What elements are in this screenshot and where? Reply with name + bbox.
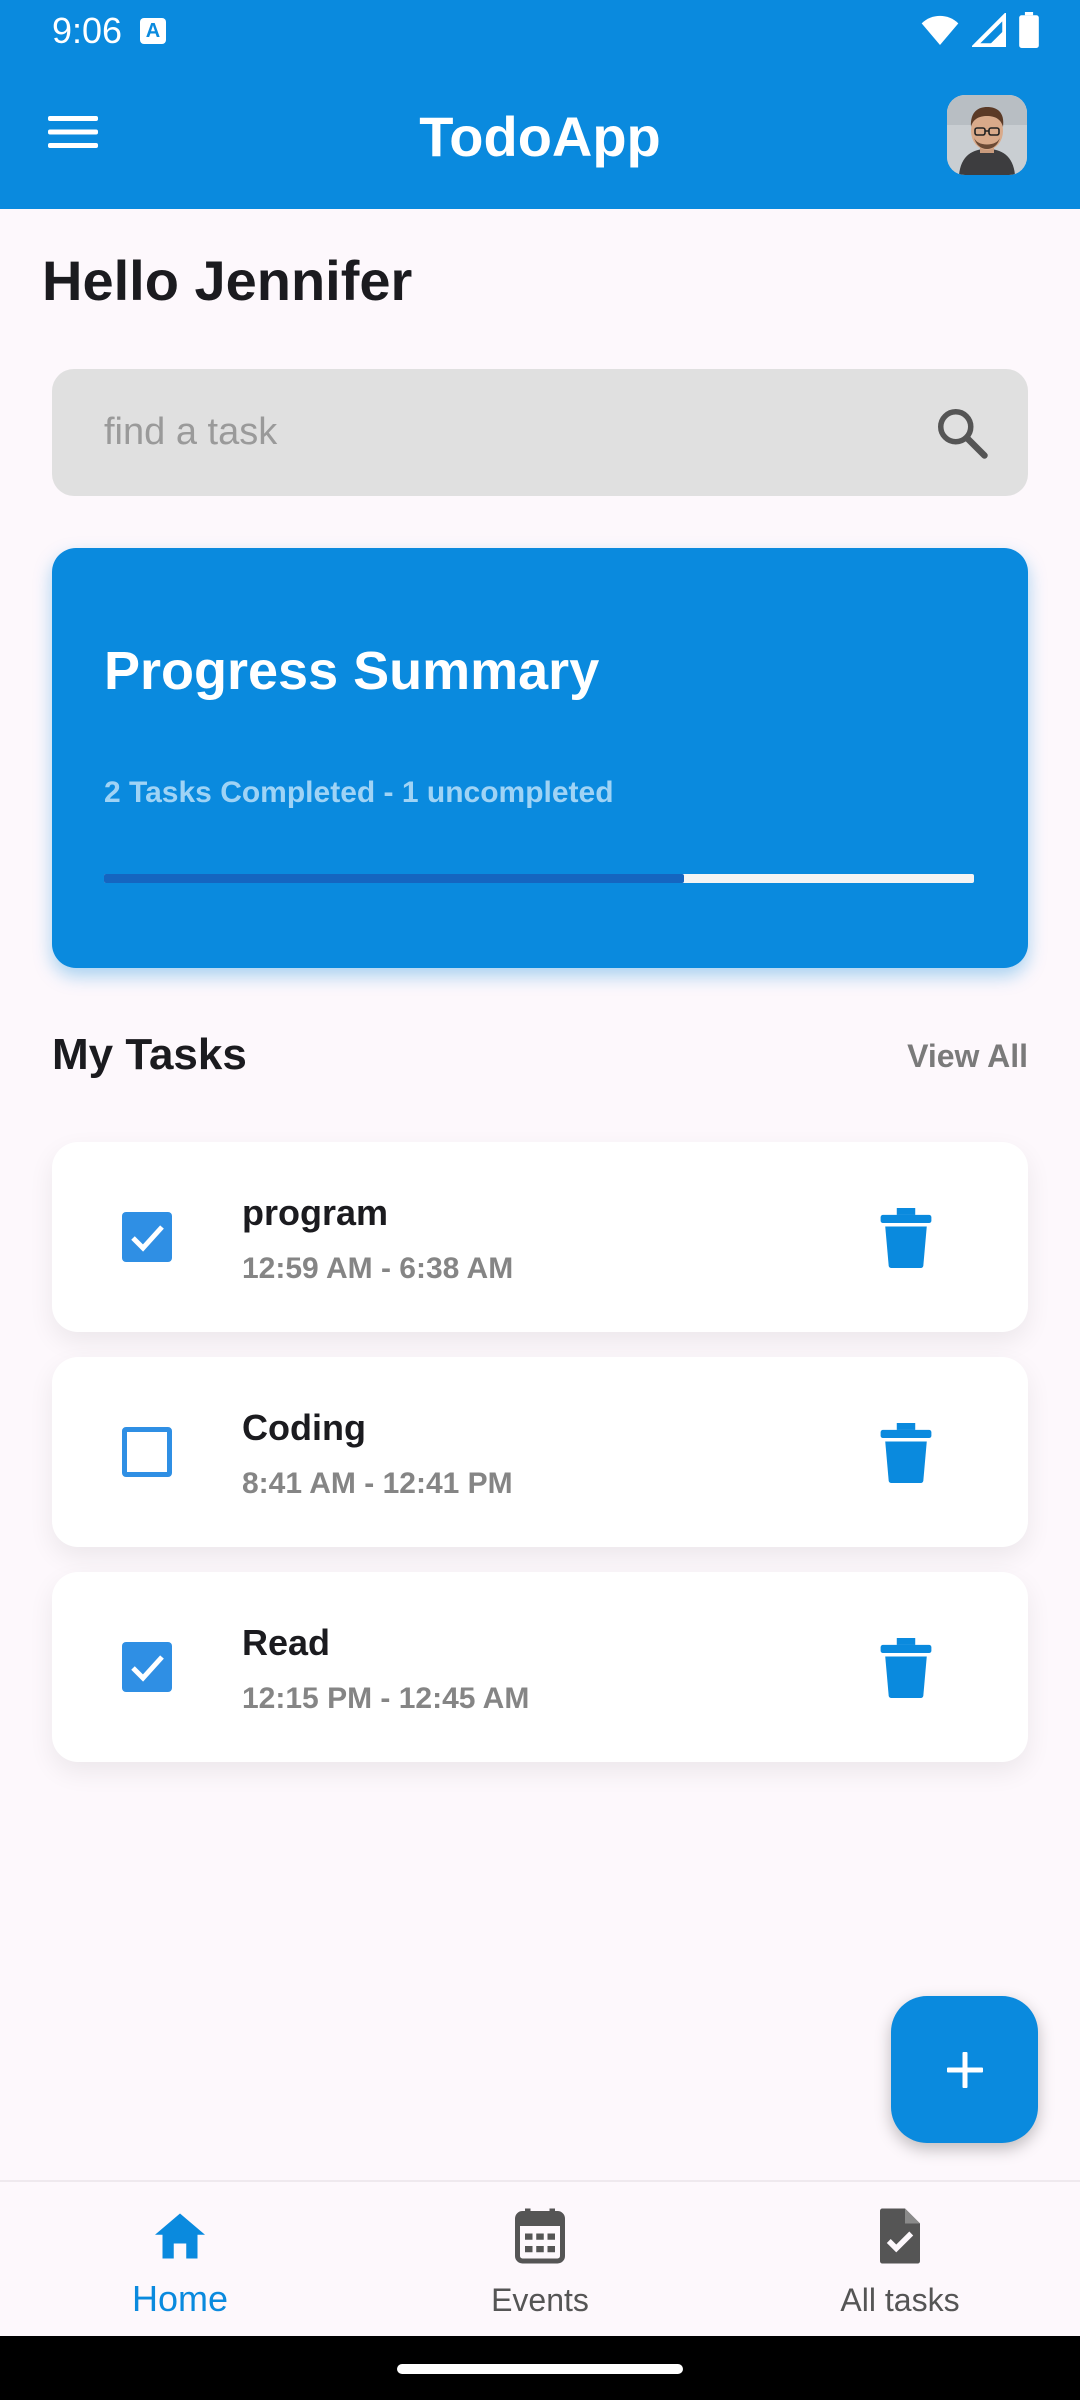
progress-bar-fill xyxy=(104,874,685,883)
task-checkbox[interactable] xyxy=(122,1427,172,1477)
check-icon xyxy=(131,1655,164,1682)
nav-label-all-tasks: All tasks xyxy=(840,2282,960,2318)
plus-icon xyxy=(946,2051,983,2088)
my-tasks-heading: My Tasks xyxy=(52,1030,247,1079)
greeting-heading: Hello Jennifer xyxy=(42,249,413,312)
task-name: program xyxy=(242,1192,389,1233)
delete-icon[interactable] xyxy=(878,1423,934,1483)
status-icons xyxy=(920,12,1040,48)
task-checkbox[interactable] xyxy=(122,1642,172,1692)
task-card[interactable]: Read 12:15 PM - 12:45 AM xyxy=(52,1572,1028,1762)
nav-item-home[interactable]: Home xyxy=(0,2182,360,2338)
search-icon[interactable] xyxy=(932,403,992,463)
progress-summary-card: Progress Summary 2 Tasks Completed - 1 u… xyxy=(52,548,1028,968)
view-all-link[interactable]: View All xyxy=(907,1038,1028,1075)
wifi-icon xyxy=(921,15,959,46)
task-time: 12:59 AM - 6:38 AM xyxy=(242,1252,514,1285)
signal-icon xyxy=(972,13,1006,47)
top-app-bar: 9:06 A TodoApp xyxy=(0,0,1080,209)
task-time: 8:41 AM - 12:41 PM xyxy=(242,1467,513,1500)
search-bar xyxy=(52,369,1028,496)
task-card[interactable]: Coding 8:41 AM - 12:41 PM xyxy=(52,1357,1028,1547)
search-input[interactable] xyxy=(104,369,924,496)
nav-item-all-tasks[interactable]: All tasks xyxy=(720,2182,1080,2338)
gesture-handle[interactable] xyxy=(397,2364,683,2374)
notification-icon: A xyxy=(140,18,166,44)
task-name: Coding xyxy=(242,1407,366,1448)
user-avatar-icon xyxy=(947,95,1027,175)
home-icon xyxy=(155,2213,205,2259)
nav-label-home: Home xyxy=(131,2278,229,2319)
check-icon xyxy=(131,1225,164,1252)
app-bar: TodoApp xyxy=(0,64,1080,209)
bottom-navigation: Home Events All tasks xyxy=(0,2180,1080,2336)
status-time: 9:06 xyxy=(52,10,123,51)
progress-bar xyxy=(104,874,974,883)
task-document-icon xyxy=(880,2208,920,2264)
gesture-navigation-area xyxy=(0,2336,1080,2400)
status-bar: 9:06 A xyxy=(0,0,1080,64)
task-card[interactable]: program 12:59 AM - 6:38 AM xyxy=(52,1142,1028,1332)
task-checkbox[interactable] xyxy=(122,1212,172,1262)
delete-icon[interactable] xyxy=(878,1638,934,1698)
add-task-button[interactable] xyxy=(891,1996,1038,2143)
progress-subtitle: 2 Tasks Completed - 1 uncompleted xyxy=(104,776,614,809)
app-title: TodoApp xyxy=(419,105,661,168)
nav-item-events[interactable]: Events xyxy=(360,2182,720,2338)
progress-title: Progress Summary xyxy=(104,641,600,701)
nav-label-events: Events xyxy=(491,2282,589,2318)
avatar[interactable] xyxy=(947,95,1027,175)
calendar-icon xyxy=(515,2208,565,2264)
task-time: 12:15 PM - 12:45 AM xyxy=(242,1682,530,1715)
task-name: Read xyxy=(242,1622,331,1663)
screen: 9:06 A TodoApp Hello Jennifer find a tas… xyxy=(0,0,1080,2400)
delete-icon[interactable] xyxy=(878,1208,934,1268)
battery-icon xyxy=(1019,12,1039,48)
